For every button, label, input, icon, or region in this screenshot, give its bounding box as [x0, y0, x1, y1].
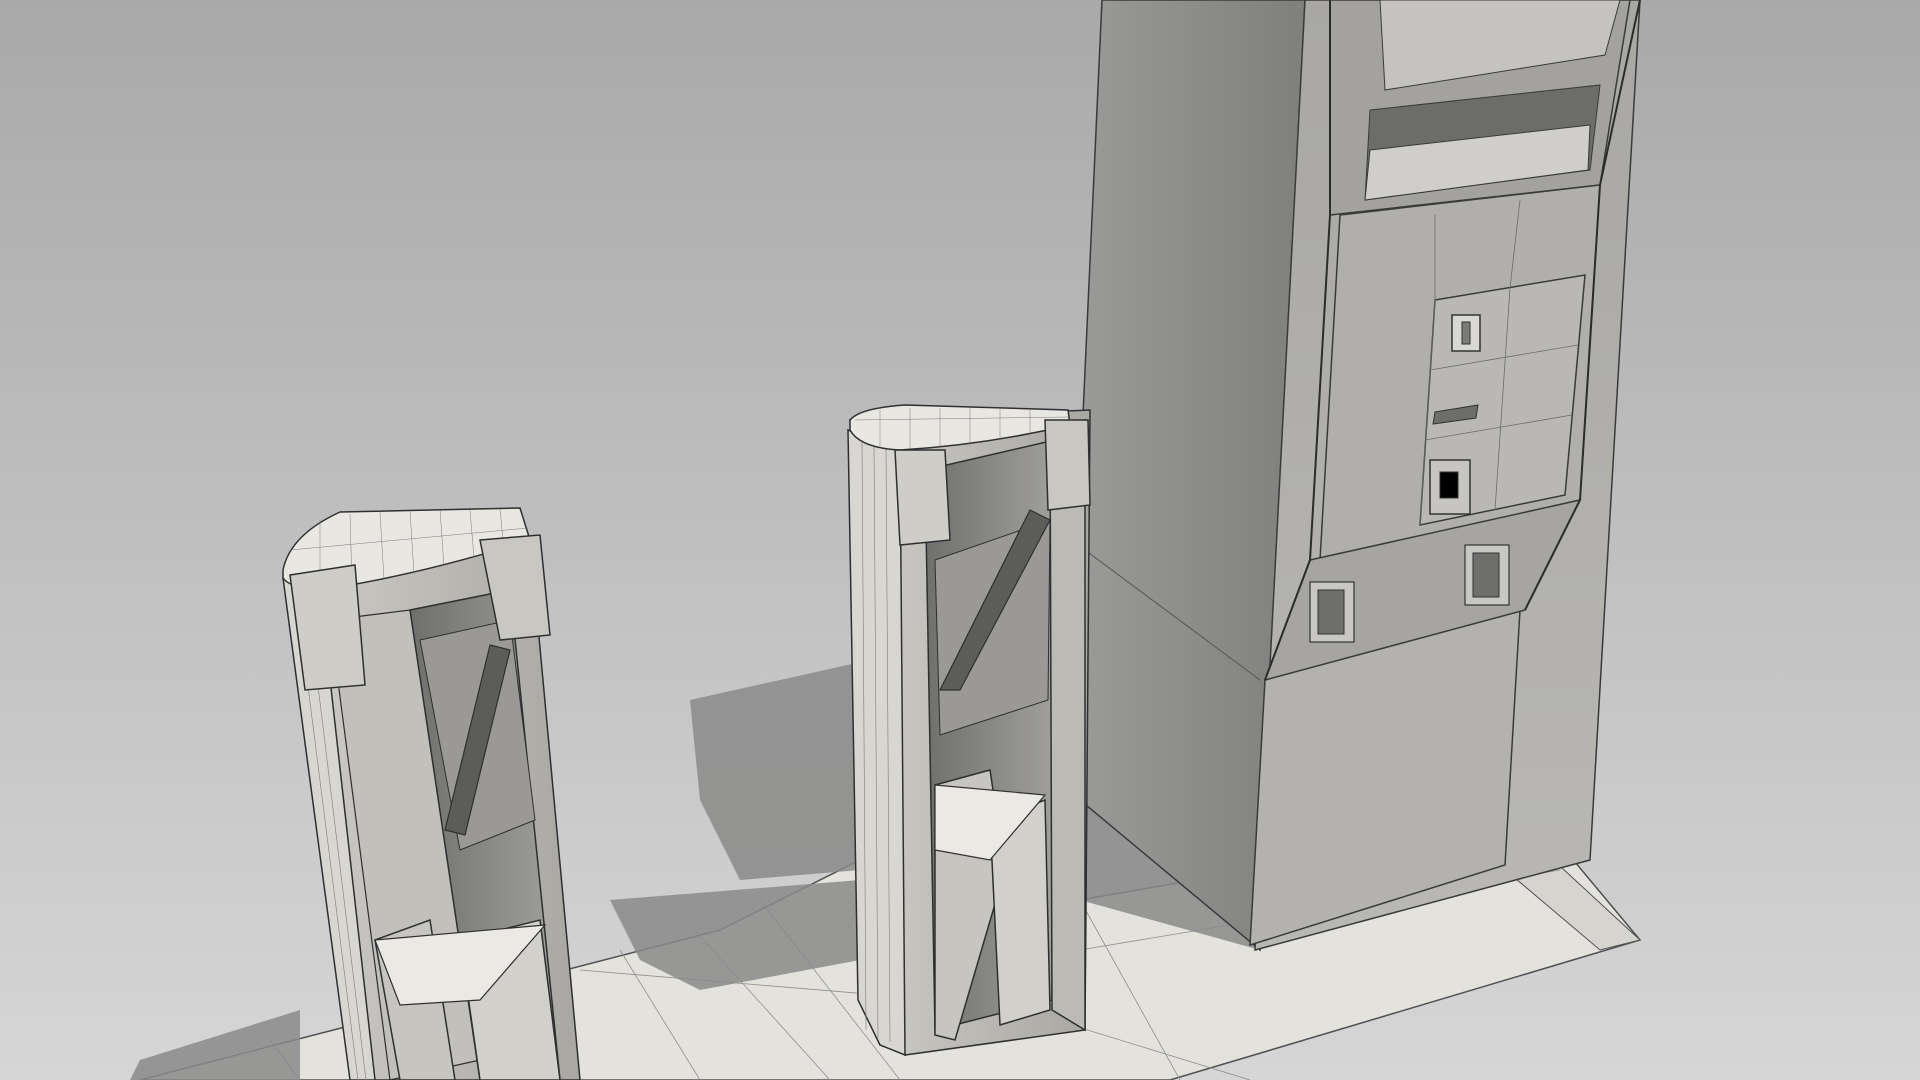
ticket-machine-tower[interactable] — [1079, 0, 1641, 952]
3d-viewport[interactable] — [0, 0, 1920, 1080]
center-gate-pillar[interactable] — [847, 404, 1091, 1057]
scene-render — [0, 0, 1920, 1080]
